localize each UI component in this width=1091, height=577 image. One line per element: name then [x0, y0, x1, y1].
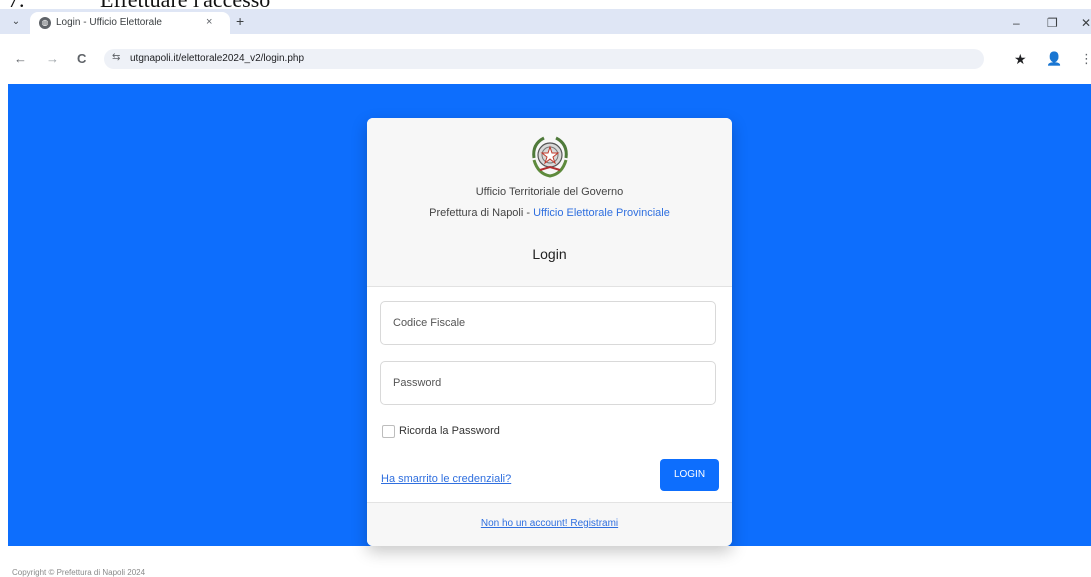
browser-menu-icon[interactable]: ⋮	[1080, 51, 1091, 67]
window-close-icon[interactable]: ✕	[1081, 16, 1091, 30]
profile-icon[interactable]: 👤	[1046, 51, 1062, 67]
step-number: 7.	[8, 0, 25, 11]
site-info-icon[interactable]: ⇆	[112, 52, 120, 63]
forward-icon[interactable]: →	[46, 52, 59, 66]
bookmark-star-icon[interactable]: ★	[1014, 51, 1027, 68]
tab-close-icon[interactable]: ×	[206, 16, 212, 28]
italian-emblem-icon	[532, 136, 568, 178]
login-card-header: Ufficio Territoriale del Governo Prefett…	[367, 118, 732, 287]
globe-icon: ◍	[39, 17, 51, 29]
ufficio-elettorale-link[interactable]: Ufficio Elettorale Provinciale	[533, 207, 670, 219]
remember-password-checkbox[interactable]	[382, 425, 395, 438]
back-icon[interactable]: ←	[14, 52, 27, 66]
reload-icon[interactable]: C	[77, 52, 86, 66]
document-step-heading: 7. Effettuare l'accesso	[0, 0, 400, 11]
header-prefettura-text: Prefettura di Napoli -	[429, 207, 534, 219]
browser-toolbar: ← → C ⇆ utgnapoli.it/elettorale2024_v2/l…	[0, 34, 1091, 84]
address-bar[interactable]: ⇆ utgnapoli.it/elettorale2024_v2/login.p…	[104, 49, 984, 69]
remember-password-label[interactable]: Ricorda la Password	[399, 425, 500, 437]
login-title: Login	[532, 246, 567, 262]
tab-search-icon[interactable]: ⌄	[8, 14, 24, 30]
password-input[interactable]	[380, 361, 716, 405]
login-button[interactable]: LOGIN	[660, 459, 719, 491]
browser-tab-login[interactable]: ◍ Login - Ufficio Elettorale ×	[30, 12, 230, 34]
header-line-prefettura: Prefettura di Napoli - Ufficio Elettoral…	[367, 207, 732, 219]
forgot-credentials-link[interactable]: Ha smarrito le credenziali?	[381, 473, 511, 485]
login-card-footer: Non ho un account! Registrami	[367, 503, 732, 546]
codice-fiscale-input[interactable]	[380, 301, 716, 345]
header-line-ufficio: Ufficio Territoriale del Governo	[475, 186, 624, 198]
browser-tab-strip: ⌄ ◍ Login - Ufficio Elettorale × + – ❐ ✕	[0, 9, 1091, 34]
url-text[interactable]: utgnapoli.it/elettorale2024_v2/login.php	[130, 53, 304, 64]
step-text: Effettuare l'accesso	[100, 0, 270, 11]
minimize-icon[interactable]: –	[1013, 16, 1020, 30]
login-card: Ufficio Territoriale del Governo Prefett…	[367, 118, 732, 546]
new-tab-icon[interactable]: +	[236, 14, 244, 28]
restore-icon[interactable]: ❐	[1047, 16, 1058, 30]
register-link[interactable]: Non ho un account! Registrami	[367, 518, 732, 529]
tab-title: Login - Ufficio Elettorale	[56, 17, 162, 28]
